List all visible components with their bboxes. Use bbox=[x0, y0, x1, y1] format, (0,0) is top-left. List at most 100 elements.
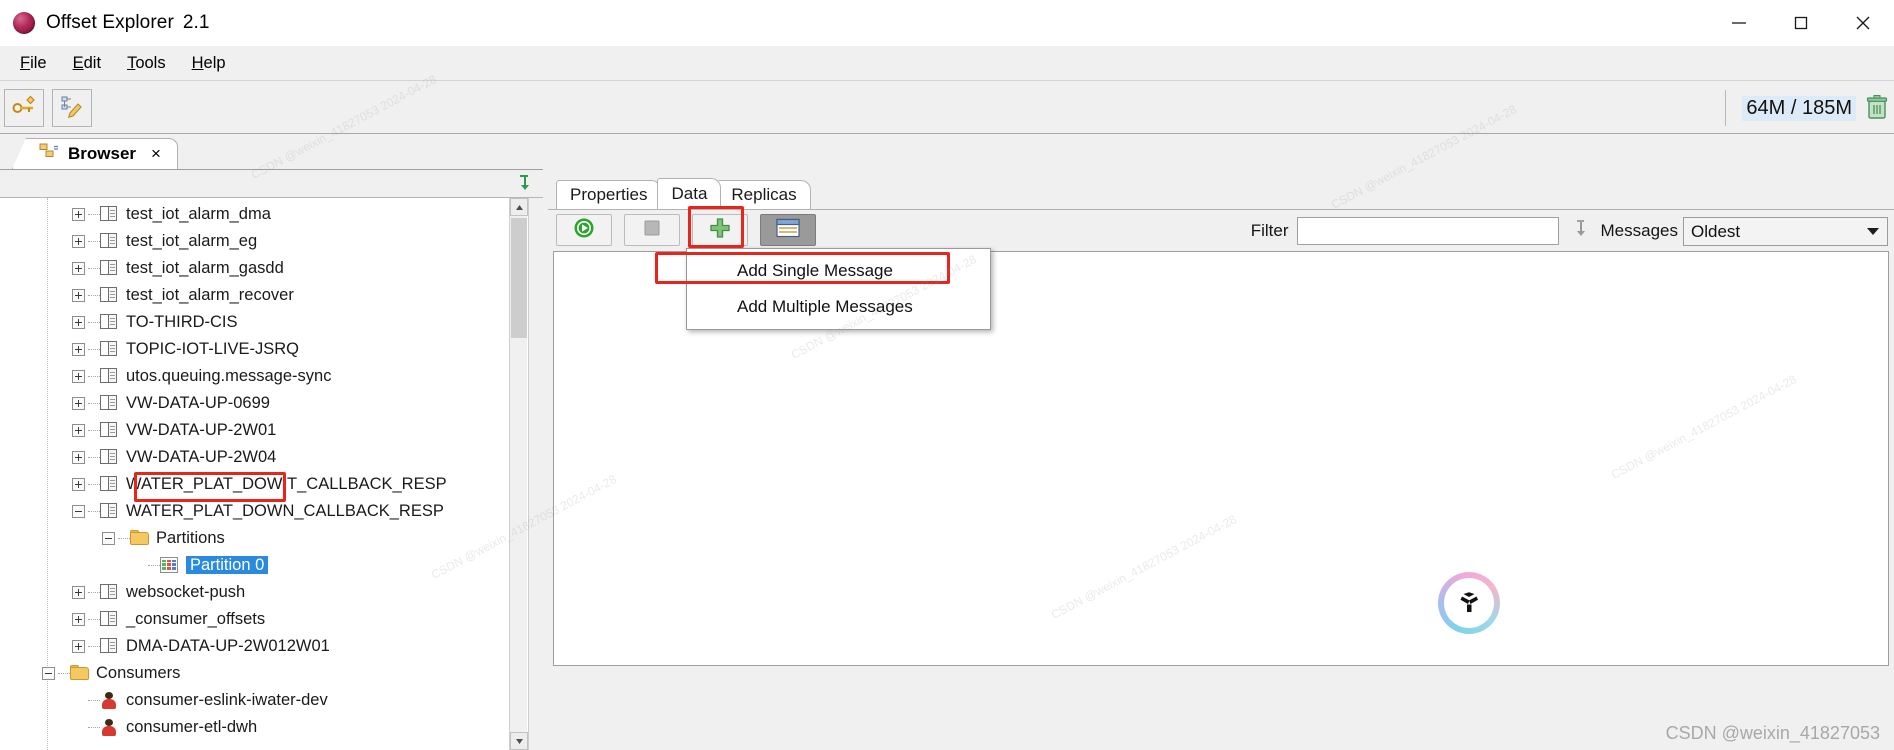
expand-plus-icon[interactable] bbox=[72, 450, 85, 464]
folder-icon bbox=[130, 529, 150, 547]
memory-usage-text: 64M / 185M bbox=[1742, 95, 1856, 121]
play-green-icon bbox=[572, 216, 596, 245]
tree-node[interactable]: _consumer_offsets bbox=[72, 608, 265, 630]
expand-plus-icon[interactable] bbox=[72, 234, 85, 248]
tree-connector bbox=[88, 348, 100, 350]
menu-bar: File Edit Tools Help bbox=[0, 46, 1894, 80]
edit-connection-button[interactable] bbox=[52, 89, 92, 127]
expand-plus-icon[interactable] bbox=[72, 315, 85, 329]
add-message-button[interactable] bbox=[692, 214, 748, 246]
close-icon[interactable]: × bbox=[151, 144, 161, 164]
scroll-up-arrow-icon[interactable] bbox=[510, 198, 528, 216]
tree-node[interactable]: VW-DATA-UP-2W04 bbox=[72, 446, 276, 468]
panel-window-icon bbox=[775, 218, 801, 243]
topic-icon bbox=[100, 232, 120, 250]
title-bar: Offset Explorer 2.1 bbox=[0, 0, 1894, 46]
tab-replicas-label: Replicas bbox=[731, 185, 797, 204]
tree-node[interactable]: test_iot_alarm_recover bbox=[72, 284, 294, 306]
expand-plus-icon[interactable] bbox=[72, 477, 85, 491]
tree-node[interactable]: websocket-push bbox=[72, 581, 245, 603]
scroll-down-arrow-icon[interactable] bbox=[510, 732, 528, 750]
tree-panel-header bbox=[0, 170, 543, 198]
tree-node[interactable]: Consumers bbox=[42, 662, 180, 684]
collapse-minus-icon[interactable] bbox=[42, 666, 55, 680]
tree-node-label: VW-DATA-UP-2W04 bbox=[126, 447, 277, 466]
tree-node[interactable]: TO-THIRD-CIS bbox=[72, 311, 238, 333]
tree-node[interactable]: consumer-etl-dwh bbox=[72, 716, 257, 738]
tree-node[interactable]: consumer-eslink-iwater-dev bbox=[72, 689, 328, 711]
pin-down-arrow-icon[interactable] bbox=[514, 173, 534, 198]
tree-connector bbox=[58, 672, 70, 674]
tree-node[interactable]: DMA-DATA-UP-2W012W01 bbox=[72, 635, 330, 657]
tree-node[interactable]: test_iot_alarm_eg bbox=[72, 230, 257, 252]
expand-plus-icon[interactable] bbox=[72, 639, 85, 653]
stop-button[interactable] bbox=[624, 214, 680, 246]
tree-connector bbox=[88, 483, 100, 485]
menu-edit-rest: dit bbox=[83, 53, 102, 72]
tree-node[interactable]: utos.queuing.message-sync bbox=[72, 365, 331, 387]
tree-panel: test_iot_alarm_dma test_iot_alarm_eg test_… bbox=[0, 169, 543, 750]
messages-order-select[interactable]: Oldest bbox=[1683, 216, 1888, 246]
menu-file[interactable]: File bbox=[7, 51, 60, 76]
menu-tools-rest: ools bbox=[135, 53, 166, 72]
tree-node[interactable]: WATER_PLAT_DOWN_CALLBACK_RESP bbox=[72, 500, 444, 522]
topic-icon bbox=[100, 502, 120, 520]
add-connection-button[interactable] bbox=[4, 89, 44, 127]
topic-icon bbox=[100, 340, 120, 358]
tree-node[interactable]: test_iot_alarm_dma bbox=[72, 203, 271, 225]
tree-node-label: VW-DATA-UP-2W01 bbox=[126, 420, 277, 439]
app-orb-icon bbox=[13, 12, 35, 34]
tree-node-label: websocket-push bbox=[126, 582, 246, 601]
tree-scrollbar[interactable] bbox=[509, 198, 528, 750]
tree-node[interactable]: Partitions bbox=[102, 527, 225, 549]
expand-plus-icon[interactable] bbox=[72, 585, 85, 599]
tree-node-label: consumer-eslink-iwater-dev bbox=[126, 690, 328, 709]
memory-indicator[interactable]: 64M / 185M bbox=[1725, 87, 1888, 129]
filter-down-arrow-icon[interactable] bbox=[1571, 219, 1589, 244]
expand-plus-icon[interactable] bbox=[72, 612, 85, 626]
collapse-minus-icon[interactable] bbox=[72, 504, 85, 518]
maximize-button[interactable] bbox=[1770, 0, 1832, 46]
filter-input[interactable] bbox=[1296, 217, 1559, 245]
csdn-watermark: CSDN @weixin_41827053 bbox=[1665, 723, 1880, 743]
expand-plus-icon[interactable] bbox=[72, 396, 85, 410]
expand-plus-icon[interactable] bbox=[72, 342, 85, 356]
tree-node[interactable]: VW-DATA-UP-2W01 bbox=[72, 419, 276, 441]
tab-properties[interactable]: Properties bbox=[556, 180, 662, 209]
scrollbar-thumb[interactable] bbox=[511, 218, 527, 338]
run-button[interactable] bbox=[556, 214, 612, 246]
tree-node[interactable]: VW-DATA-UP-0699 bbox=[72, 392, 270, 414]
expand-plus-icon[interactable] bbox=[72, 423, 85, 437]
menu-item-add-single-message-label: Add Single Message bbox=[737, 261, 893, 280]
tab-replicas[interactable]: Replicas bbox=[717, 180, 811, 209]
tree-connector bbox=[88, 240, 100, 242]
menu-item-add-single-message[interactable]: Add Single Message bbox=[687, 253, 990, 289]
menu-item-add-multiple-messages-label: Add Multiple Messages bbox=[737, 297, 913, 316]
tree-connector bbox=[88, 213, 100, 215]
tree-node[interactable]: test_iot_alarm_gasdd bbox=[72, 257, 284, 279]
tab-data[interactable]: Data bbox=[657, 178, 722, 209]
menu-edit[interactable]: Edit bbox=[60, 51, 114, 76]
expand-plus-icon[interactable] bbox=[72, 261, 85, 275]
tree-node[interactable]: WATER_PLAT_DOWIT_CALLBACK_RESP bbox=[72, 473, 447, 495]
app-title-text: Offset Explorer bbox=[46, 12, 174, 33]
toggle-panel-button[interactable] bbox=[760, 214, 816, 246]
stop-square-icon bbox=[641, 217, 663, 244]
menu-tools[interactable]: Tools bbox=[114, 51, 179, 76]
collapse-minus-icon[interactable] bbox=[102, 531, 115, 545]
tree-edit-pencil-icon bbox=[59, 94, 85, 123]
tree-node[interactable]: TOPIC-IOT-LIVE-JSRQ bbox=[72, 338, 299, 360]
tab-browser[interactable]: Browser × bbox=[12, 138, 178, 169]
minimize-button[interactable] bbox=[1708, 0, 1770, 46]
close-button[interactable] bbox=[1832, 0, 1894, 46]
topic-tree[interactable]: test_iot_alarm_dma test_iot_alarm_eg test_… bbox=[0, 198, 543, 750]
consumer-icon bbox=[100, 718, 120, 736]
tab-data-label: Data bbox=[671, 184, 708, 203]
expand-plus-icon[interactable] bbox=[72, 207, 85, 221]
menu-help[interactable]: Help bbox=[179, 51, 239, 76]
expand-plus-icon[interactable] bbox=[72, 369, 85, 383]
trash-can-icon[interactable] bbox=[1866, 95, 1888, 121]
menu-item-add-multiple-messages[interactable]: Add Multiple Messages bbox=[687, 289, 990, 325]
expand-plus-icon[interactable] bbox=[72, 288, 85, 302]
tree-node[interactable]: Partition 0 bbox=[132, 554, 269, 576]
